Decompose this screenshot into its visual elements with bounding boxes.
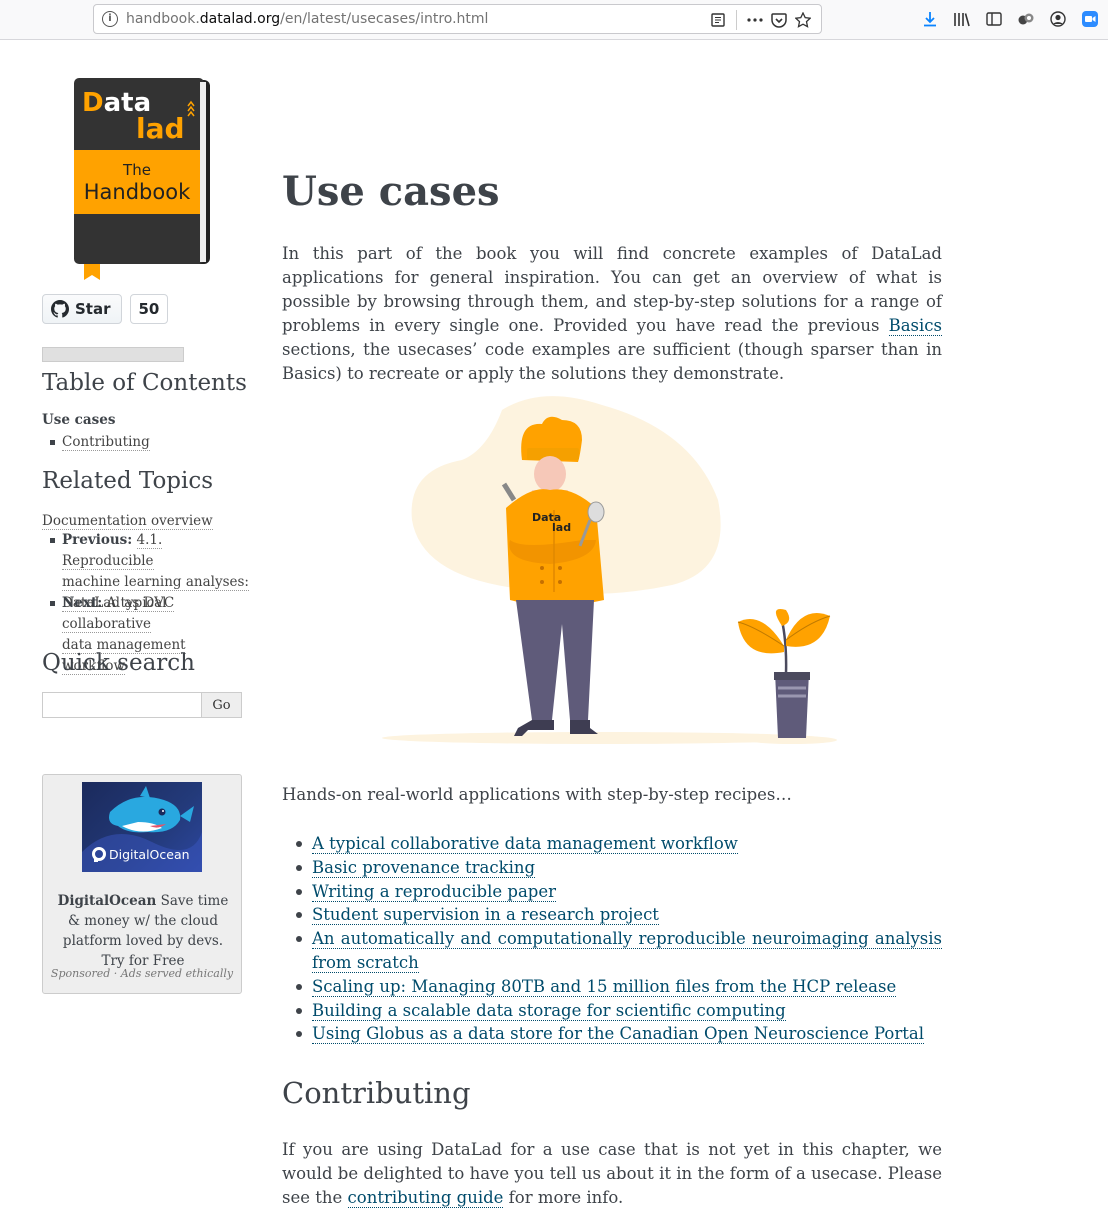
usecase-link[interactable]: Using Globus as a data store for the Can… bbox=[312, 1024, 924, 1045]
contributing-guide-link[interactable]: contributing guide bbox=[347, 1188, 504, 1208]
ad-brand: DigitalOcean bbox=[57, 893, 157, 909]
usecase-link[interactable]: Scaling up: Managing 80TB and 15 million… bbox=[312, 976, 897, 997]
library-icon[interactable] bbox=[950, 8, 974, 30]
url-bar[interactable]: i handbook.datalad.org/en/latest/usecase… bbox=[93, 4, 822, 34]
browser-toolbar: i handbook.datalad.org/en/latest/usecase… bbox=[0, 0, 1108, 40]
list-item: Using Globus as a data store for the Can… bbox=[282, 1022, 942, 1046]
chef-illustration: Data lad bbox=[382, 390, 842, 754]
account-icon[interactable] bbox=[1046, 8, 1070, 30]
toc-current-link[interactable]: Use cases bbox=[42, 412, 115, 428]
chef-shirt-lad: lad bbox=[552, 521, 571, 534]
bookmark-star-icon[interactable] bbox=[791, 9, 815, 31]
ad-footer[interactable]: Sponsored · Ads served ethically bbox=[43, 967, 241, 980]
github-star-button[interactable]: Star bbox=[42, 294, 122, 324]
usecase-link[interactable]: A typical collaborative data management … bbox=[312, 834, 738, 854]
more-actions-icon[interactable] bbox=[743, 9, 767, 31]
contributing-heading: Contributing bbox=[282, 1076, 471, 1110]
ad-text[interactable]: DigitalOcean Save time & money w/ the cl… bbox=[51, 891, 235, 971]
reader-view-icon[interactable] bbox=[706, 9, 730, 31]
related-topics-heading: Related Topics bbox=[42, 468, 214, 494]
page-title: Use cases bbox=[282, 168, 500, 215]
logo-lad: lad bbox=[136, 112, 185, 145]
ad-image[interactable]: DigitalOcean bbox=[82, 782, 202, 872]
github-icon bbox=[51, 300, 69, 318]
usecase-link[interactable]: Basic provenance tracking bbox=[312, 857, 536, 878]
next-label: Next: bbox=[62, 595, 103, 611]
url-prefix: handbook. bbox=[126, 11, 200, 27]
usecase-list: A typical collaborative data management … bbox=[282, 832, 942, 1046]
toc-item: Contributing bbox=[50, 432, 150, 453]
list-item: Writing a reproducible paper bbox=[282, 880, 942, 904]
github-star-label: Star bbox=[75, 300, 111, 318]
contributing-paragraph: If you are using DataLad for a use case … bbox=[282, 1140, 942, 1208]
logo-handbook: Handbook bbox=[84, 180, 191, 204]
list-item: Scaling up: Managing 80TB and 15 million… bbox=[282, 975, 942, 999]
info-icon[interactable]: i bbox=[102, 11, 118, 27]
sponsored-ad[interactable]: DigitalOcean DigitalOcean Save time & mo… bbox=[42, 774, 242, 994]
ad-image-brand: DigitalOcean bbox=[109, 847, 190, 862]
list-item: Basic provenance tracking bbox=[282, 856, 942, 880]
url-domain: datalad.org bbox=[199, 11, 281, 27]
list-item: Building a scalable data storage for sci… bbox=[282, 999, 942, 1023]
url-text[interactable]: handbook.datalad.org/en/latest/usecases/… bbox=[126, 11, 488, 27]
datalad-handbook-logo[interactable]: Data lad The Handbook bbox=[74, 78, 212, 286]
video-call-icon[interactable] bbox=[1078, 8, 1102, 30]
sidebar-toggle-icon[interactable] bbox=[982, 8, 1006, 30]
documentation-overview-link[interactable]: Documentation overview bbox=[42, 513, 213, 530]
list-item: An automatically and computationally rep… bbox=[282, 927, 942, 975]
url-separator bbox=[736, 10, 737, 30]
search-input[interactable] bbox=[42, 692, 202, 718]
extension-icon[interactable] bbox=[1014, 8, 1038, 30]
github-star-count[interactable]: 50 bbox=[129, 294, 169, 324]
github-star-widget: Star 50 bbox=[42, 294, 169, 324]
basics-link[interactable]: Basics bbox=[888, 316, 942, 336]
search-go-button[interactable]: Go bbox=[202, 692, 242, 718]
toc-heading: Table of Contents bbox=[42, 370, 247, 396]
usecases-lead: Hands-on real-world applications with st… bbox=[282, 785, 792, 804]
usecase-link[interactable]: An automatically and computationally rep… bbox=[312, 929, 942, 973]
usecase-link[interactable]: Building a scalable data storage for sci… bbox=[312, 1000, 786, 1021]
previous-label: Previous: bbox=[62, 532, 133, 548]
quick-search-form: Go bbox=[42, 692, 242, 718]
sidebar-placeholder-bar bbox=[42, 347, 184, 362]
usecase-link[interactable]: Student supervision in a research projec… bbox=[312, 905, 659, 926]
list-item: Student supervision in a research projec… bbox=[282, 903, 942, 927]
quick-search-heading: Quick search bbox=[42, 650, 195, 676]
pocket-icon[interactable] bbox=[767, 9, 791, 31]
url-path: /en/latest/usecases/intro.html bbox=[280, 11, 489, 27]
download-icon[interactable] bbox=[918, 8, 942, 30]
usecase-link[interactable]: Writing a reproducible paper bbox=[312, 881, 557, 902]
intro-paragraph: In this part of the book you will find c… bbox=[282, 244, 942, 383]
list-item: A typical collaborative data management … bbox=[282, 832, 942, 856]
logo-the: The bbox=[122, 161, 151, 179]
toc-link-contributing[interactable]: Contributing bbox=[62, 434, 150, 451]
